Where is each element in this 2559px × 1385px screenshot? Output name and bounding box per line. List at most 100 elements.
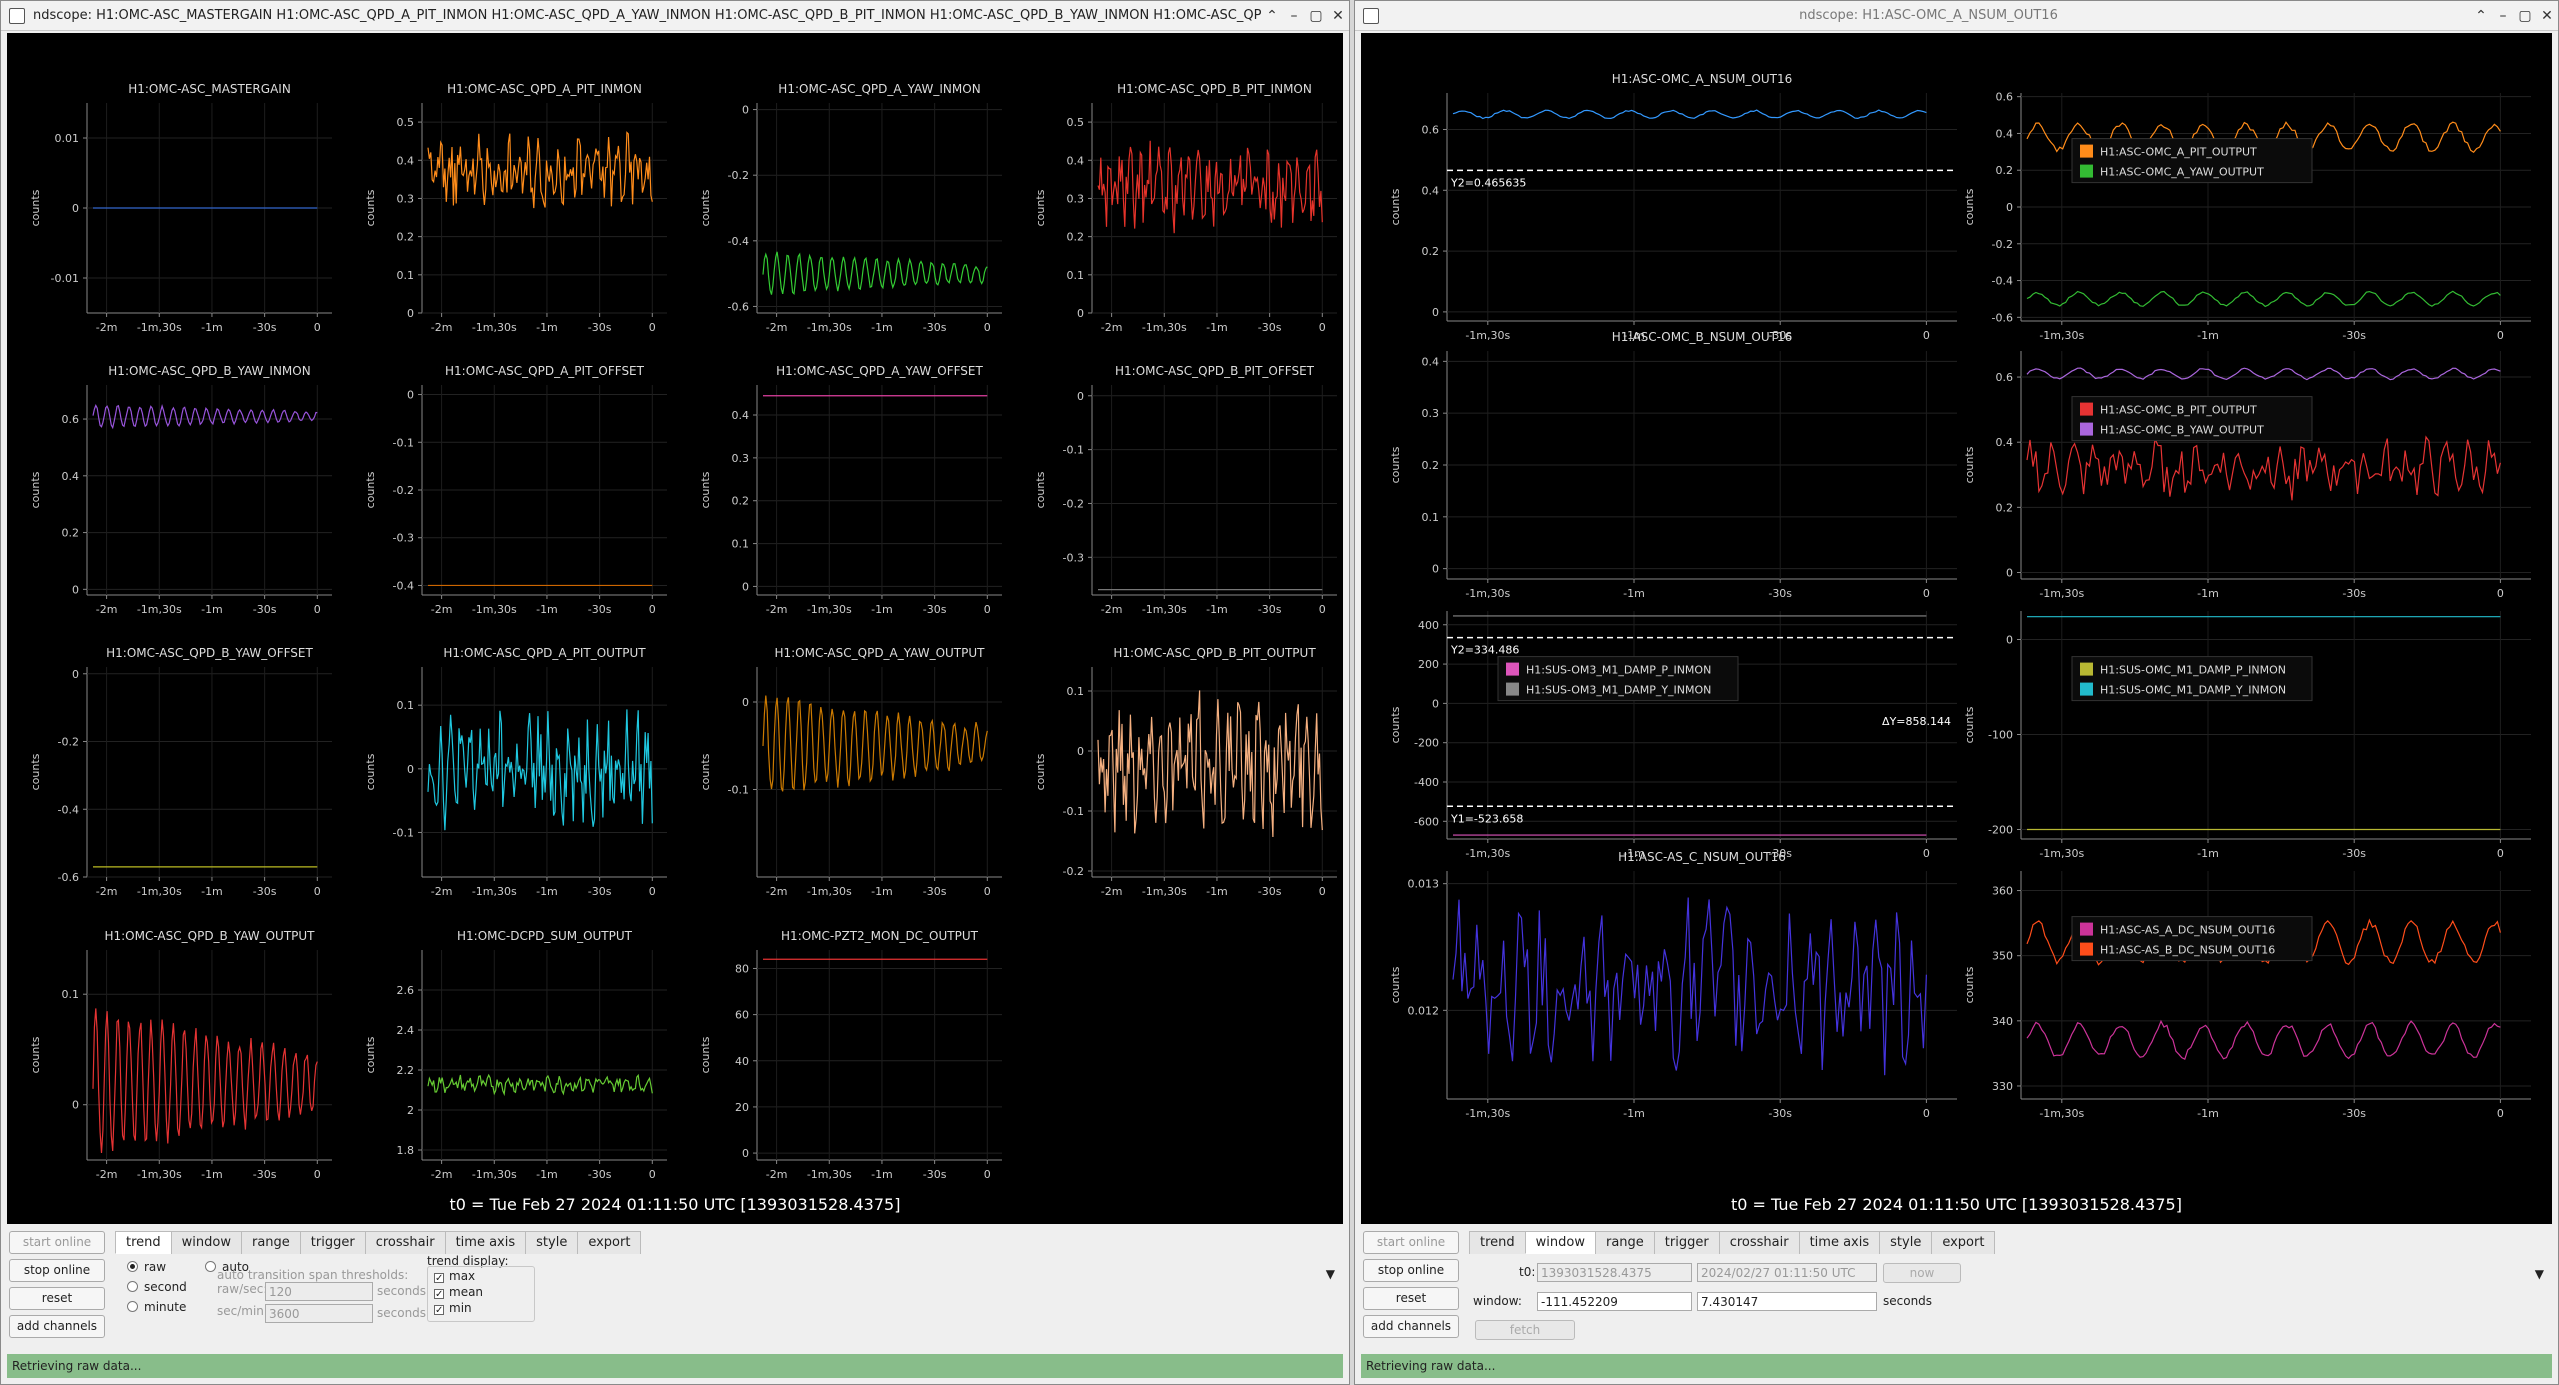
stop-online-button[interactable]: stop online: [9, 1259, 105, 1282]
y-tick-label: 0: [72, 202, 79, 215]
plot-grid[interactable]: H1:ASC-OMC_A_NSUM_OUT16 counts 0.6 0.4 0.2 0 -…: [1361, 33, 2552, 1224]
radio-dot[interactable]: [205, 1261, 216, 1272]
sec-min-input[interactable]: [265, 1304, 373, 1323]
y-tick-label: 2.6: [397, 984, 415, 997]
raw-sec-input[interactable]: [265, 1282, 373, 1301]
second-radio[interactable]: second: [127, 1280, 187, 1294]
x-tick-label: 0: [649, 885, 656, 898]
t0-gps-input[interactable]: [1537, 1263, 1692, 1282]
tab-window[interactable]: window: [1524, 1231, 1596, 1254]
chevron-up-icon[interactable]: ⌃: [1261, 8, 1283, 24]
x-tick-label: -1m,30s: [1142, 885, 1187, 898]
mean-checkbox[interactable]: ✓ mean: [434, 1285, 528, 1300]
x-tick-label: -1m: [1623, 1107, 1645, 1120]
raw-radio[interactable]: raw: [127, 1260, 166, 1274]
plot-canvas[interactable]: H1:ASC-OMC_A_NSUM_OUT16counts 0.6 0.4 0.2 0 -…: [1361, 33, 2554, 1224]
tab-style[interactable]: style: [1879, 1231, 1933, 1254]
tab-crosshair[interactable]: crosshair: [364, 1231, 446, 1254]
tab-trigger[interactable]: trigger: [299, 1231, 366, 1254]
x-tick-label: 0: [1923, 329, 1930, 342]
x-tick-label: -1m: [201, 885, 223, 898]
legend-swatch: [2080, 922, 2093, 936]
y-tick-label: 0.4: [397, 154, 415, 167]
start-online-button[interactable]: start online: [9, 1231, 105, 1254]
start-online-button[interactable]: start online: [1363, 1231, 1459, 1254]
y-tick-label: 0.1: [1067, 269, 1085, 282]
x-tick-label: -2m: [96, 321, 118, 334]
tab-time-axis[interactable]: time axis: [1798, 1231, 1881, 1254]
x-tick-label: -1m,30s: [472, 603, 517, 616]
chevron-up-icon[interactable]: ⌃: [2470, 8, 2492, 24]
tab-export[interactable]: export: [577, 1231, 642, 1254]
y-tick-label: 0.2: [62, 527, 80, 540]
radio-dot[interactable]: [127, 1261, 138, 1272]
max-checkbox[interactable]: ✓ max: [434, 1269, 528, 1284]
chart-panel-11: H1:OMC-ASC_QPD_B_PIT_OUTPUTcounts 0.1 0 -0.…: [1034, 646, 1337, 898]
side-buttons: start online stop online reset add chann…: [1363, 1231, 1463, 1343]
y-axis-label: counts: [364, 189, 377, 226]
tab-trigger[interactable]: trigger: [1653, 1231, 1720, 1254]
x-tick-label: -1m,30s: [807, 321, 852, 334]
minimize-icon[interactable]: –: [1283, 8, 1305, 24]
legend-entry: H1:SUS-OMC_M1_DAMP_P_INMON: [2100, 664, 2286, 677]
right-ndscope-window: ndscope: H1:ASC-OMC_A_NSUM_OUT16 ⌃ – ▢ ✕…: [1354, 0, 2559, 1385]
chart-panel-3: H1:OMC-ASC_QPD_B_PIT_INMONcounts 0.5 0.4 0.…: [1034, 82, 1337, 334]
tab-export[interactable]: export: [1931, 1231, 1996, 1254]
fetch-button[interactable]: fetch: [1475, 1320, 1575, 1340]
tab-trend[interactable]: trend: [1469, 1231, 1526, 1254]
maximize-icon[interactable]: ▢: [2514, 8, 2536, 24]
reset-button[interactable]: reset: [9, 1287, 105, 1310]
x-tick-label: 0: [314, 885, 321, 898]
x-tick-label: -30s: [2342, 1107, 2366, 1120]
t0-utc-input[interactable]: [1697, 1263, 1877, 1282]
y-tick-label: -0.1: [728, 784, 749, 797]
radio-dot[interactable]: [127, 1281, 138, 1292]
maximize-icon[interactable]: ▢: [1305, 8, 1327, 24]
y-tick-label: -0.3: [1063, 551, 1084, 564]
close-icon[interactable]: ✕: [1327, 8, 1349, 24]
x-tick-label: -30s: [2342, 329, 2366, 342]
min-checkbox[interactable]: ✓ min: [434, 1301, 528, 1316]
collapse-arrow-icon[interactable]: ▼: [2535, 1267, 2544, 1281]
tab-trend[interactable]: trend: [115, 1231, 172, 1254]
add-channels-button[interactable]: add channels: [1363, 1315, 1459, 1338]
add-channels-button[interactable]: add channels: [9, 1315, 105, 1338]
reset-button[interactable]: reset: [1363, 1287, 1459, 1310]
chart-title: H1:OMC-ASC_QPD_B_PIT_OUTPUT: [1113, 646, 1316, 660]
tab-crosshair[interactable]: crosshair: [1718, 1231, 1800, 1254]
plot-canvas[interactable]: H1:OMC-ASC_MASTERGAINcounts 0.01 0 -0.01 -2m…: [7, 33, 1345, 1224]
minimize-icon[interactable]: –: [2492, 8, 2514, 24]
close-icon[interactable]: ✕: [2536, 8, 2558, 24]
y-axis-label: counts: [364, 1036, 377, 1073]
y-tick-label: 0: [72, 583, 79, 596]
stop-online-button[interactable]: stop online: [1363, 1259, 1459, 1282]
tab-time-axis[interactable]: time axis: [444, 1231, 527, 1254]
tab-range[interactable]: range: [240, 1231, 301, 1254]
x-tick-label: 0: [984, 603, 991, 616]
radio-dot[interactable]: [127, 1301, 138, 1312]
legend-entry: H1:SUS-OMC_M1_DAMP_Y_INMON: [2100, 684, 2286, 697]
chart-panel-2: H1:OMC-ASC_QPD_A_YAW_INMONcounts 0 -0.2 -0.…: [699, 82, 1002, 334]
chart-title: H1:OMC-ASC_QPD_B_YAW_OFFSET: [106, 646, 313, 660]
cursor-label: Y2=0.465635: [1450, 176, 1526, 189]
chart-title: H1:OMC-ASC_QPD_A_PIT_OFFSET: [445, 364, 645, 378]
now-button[interactable]: now: [1883, 1263, 1961, 1283]
tab-range[interactable]: range: [1594, 1231, 1655, 1254]
legend-swatch: [2080, 422, 2093, 436]
y-tick-label: -0.2: [58, 736, 79, 749]
x-tick-label: -1m,30s: [2039, 587, 2084, 600]
window-end-input[interactable]: [1697, 1292, 1877, 1311]
plot-grid[interactable]: H1:OMC-ASC_MASTERGAIN counts 0.01 0 -0.01 -2m…: [7, 33, 1343, 1224]
minute-radio[interactable]: minute: [127, 1300, 186, 1314]
chart-title: H1:OMC-ASC_QPD_A_PIT_INMON: [447, 82, 642, 96]
y-tick-label: 0.2: [397, 231, 415, 244]
tab-window[interactable]: window: [170, 1231, 242, 1254]
left-title-bar[interactable]: ndscope: H1:OMC-ASC_MASTERGAIN H1:OMC-AS…: [1, 1, 1349, 31]
tab-style[interactable]: style: [525, 1231, 579, 1254]
right-title-bar[interactable]: ndscope: H1:ASC-OMC_A_NSUM_OUT16 ⌃ – ▢ ✕: [1355, 1, 2558, 31]
y-tick-label: -0.2: [728, 169, 749, 182]
collapse-arrow-icon[interactable]: ▼: [1326, 1267, 1335, 1281]
minute-label: minute: [144, 1300, 187, 1314]
x-tick-label: -1m,30s: [807, 1168, 852, 1181]
window-start-input[interactable]: [1537, 1292, 1692, 1311]
